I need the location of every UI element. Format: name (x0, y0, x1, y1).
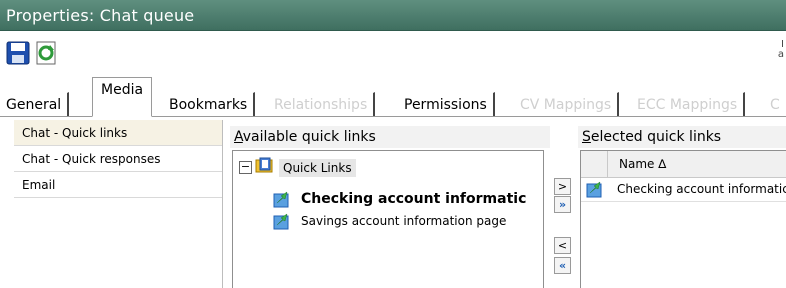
add-all-button[interactable]: » (554, 196, 571, 213)
link-page-icon (586, 181, 602, 198)
link-page-icon (273, 191, 289, 208)
tab-overflow: C (764, 92, 786, 116)
selected-quick-links-grid: Name ∆ Checking account informatic (580, 150, 786, 288)
nav-item-email[interactable]: Email (14, 172, 222, 198)
tab-bookmarks[interactable]: Bookmarks (163, 92, 256, 116)
tab-cv-mappings: CV Mappings (514, 92, 620, 116)
add-selected-button[interactable]: > (554, 178, 571, 195)
collapse-expander[interactable]: − (239, 161, 252, 174)
available-quick-links-tree: − Quick Links Checking account informati… (232, 150, 544, 288)
tab-ecc-mappings: ECC Mappings (631, 92, 746, 116)
tab-media[interactable]: Media (92, 77, 153, 117)
grid-row[interactable]: Checking account informatic (581, 177, 786, 202)
grid-cell-name: Checking account informatic (617, 182, 786, 196)
edge-text: Ia (777, 39, 784, 60)
tree-item-label: Checking account informatic (301, 191, 527, 207)
grid-header: Name ∆ (581, 151, 786, 178)
remove-all-button[interactable]: « (554, 257, 571, 274)
refresh-icon[interactable] (35, 41, 59, 65)
title-bar: Properties: Chat queue (0, 0, 786, 31)
tab-relationships: Relationships (268, 92, 376, 116)
grid-corner (581, 151, 608, 177)
toolbar (0, 31, 786, 77)
book-icon (255, 157, 273, 173)
nav-item-chat-quick-responses[interactable]: Chat - Quick responses (14, 146, 222, 172)
window-title: Properties: Chat queue (6, 6, 195, 25)
tree-item-label: Savings account information page (301, 214, 507, 228)
tab-permissions[interactable]: Permissions (398, 92, 495, 116)
available-quick-links-header: Available quick links (230, 126, 550, 148)
tree-root-quick-links[interactable]: Quick Links (279, 159, 356, 177)
link-page-icon (273, 213, 289, 230)
selected-quick-links-header: Selected quick links (578, 126, 786, 148)
nav-item-chat-quick-links[interactable]: Chat - Quick links (14, 120, 222, 146)
column-header-name[interactable]: Name ∆ (619, 151, 666, 177)
media-nav-list: Chat - Quick links Chat - Quick response… (14, 120, 223, 288)
save-icon[interactable] (6, 41, 30, 65)
remove-selected-button[interactable]: < (554, 237, 571, 254)
tab-general[interactable]: General (0, 92, 70, 116)
